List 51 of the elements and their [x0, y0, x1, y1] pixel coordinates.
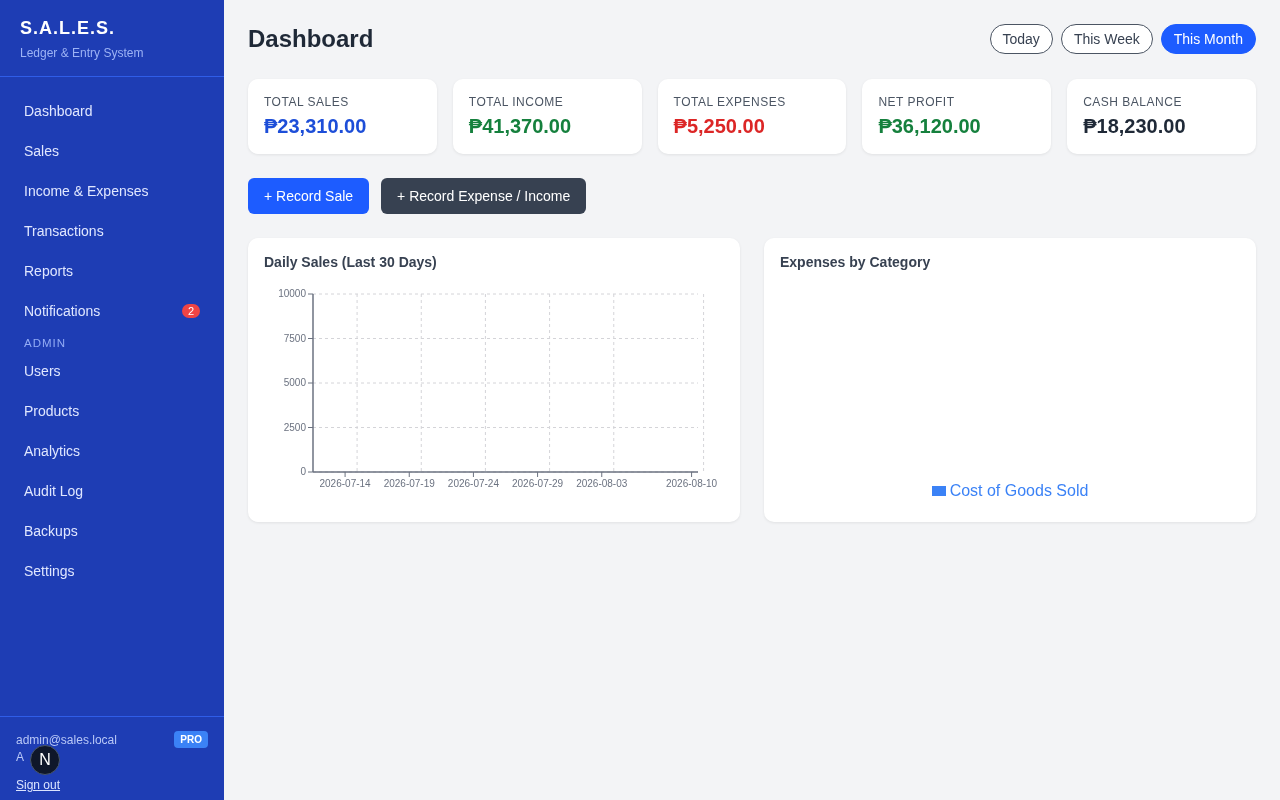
action-button[interactable]: + Record Expense / Income [381, 178, 587, 214]
y-tick-label: 0 [300, 466, 306, 477]
range-tab[interactable]: Today [989, 24, 1053, 54]
nav-item[interactable]: Analytics [8, 431, 216, 471]
nav-item[interactable]: Audit Log [8, 471, 216, 511]
x-tick-label: 2026-08-03 [576, 478, 628, 489]
stat-label: CASH BALANCE [1083, 95, 1183, 109]
stat-value: ₱23,310.00 [264, 115, 368, 138]
y-tick-label: 5000 [283, 377, 306, 388]
x-tick-label: 2026-08-10 [666, 478, 718, 489]
y-tick-label: 7500 [283, 332, 306, 344]
nav-item[interactable]: Income & Expenses [8, 171, 216, 211]
nav-item[interactable]: Reports [8, 251, 216, 291]
stat-value: ₱41,370.00 [468, 115, 573, 138]
nav-item[interactable]: Backups [8, 511, 216, 551]
stat-label: NET PROFIT [878, 95, 956, 109]
stat-value: ₱5,250.00 [673, 115, 766, 138]
stat-value: ₱18,230.00 [1083, 115, 1187, 138]
stat-value: ₱36,120.00 [878, 115, 982, 138]
range-tab[interactable]: This Week [1060, 24, 1153, 54]
stat-label: TOTAL SALES [264, 95, 350, 109]
user-email: admin@sales.local [16, 732, 117, 747]
action-button[interactable]: + Record Sale [248, 178, 370, 214]
y-tick-label: 2500 [283, 421, 306, 433]
nav-item[interactable]: Notifications 2 [8, 291, 216, 331]
y-tick-label: 10000 [278, 288, 306, 299]
chart-title: Expenses by Category [780, 254, 932, 270]
range-tab[interactable]: This Month [1160, 24, 1256, 54]
brand-tagline: Ledger & Entry System [20, 46, 145, 60]
stat-label: TOTAL INCOME [468, 95, 565, 109]
page-title: Dashboard [248, 25, 374, 53]
x-tick-label: 2026-07-14 [319, 478, 371, 489]
brand-name: S.A.L.E.S. [20, 18, 117, 39]
dev-indicator-button[interactable]: N [30, 745, 60, 775]
nav-item[interactable]: Transactions [8, 211, 216, 251]
legend-label[interactable]: Cost of Goods Sold [949, 482, 1089, 500]
section-heading: ADMIN [23, 336, 68, 351]
chart-title: Daily Sales (Last 30 Days) [264, 254, 438, 270]
nav-item[interactable]: Users [8, 351, 216, 391]
nav-item[interactable]: Sales [8, 131, 216, 171]
plan-badge: PRO [174, 731, 208, 748]
nav-item[interactable]: Settings [8, 551, 216, 591]
stat-label: TOTAL EXPENSES [673, 95, 787, 109]
nav-item[interactable]: Dashboard [8, 91, 216, 131]
user-role: A [16, 750, 24, 764]
x-tick-label: 2026-07-24 [447, 478, 499, 489]
sign-out-link[interactable]: Sign out [16, 778, 61, 792]
x-tick-label: 2026-07-29 [512, 478, 564, 489]
notification-count: 2 [181, 304, 200, 318]
nav-item[interactable]: Products [8, 391, 216, 431]
x-tick-label: 2026-07-19 [383, 478, 435, 489]
